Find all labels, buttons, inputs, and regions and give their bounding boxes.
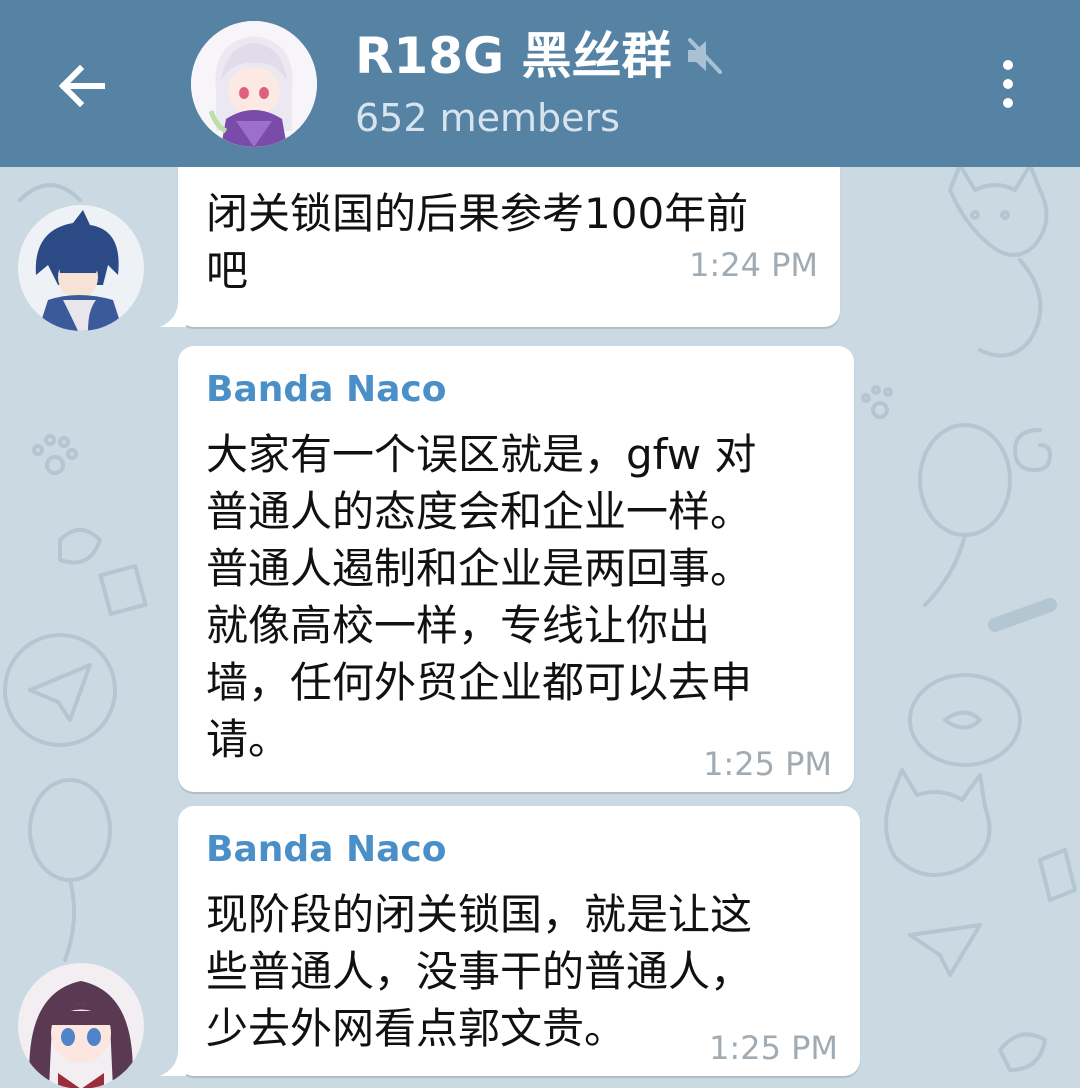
message-text: 大家有一个误区就是，gfw 对 普通人的态度会和企业一样。 普通人遏制和企业是两… <box>206 430 757 764</box>
user-avatar[interactable] <box>18 205 144 331</box>
bubble-tail <box>160 301 186 327</box>
sender-name[interactable]: Banda Naco <box>206 828 446 872</box>
chat-title[interactable]: R18G 黑丝群 <box>355 26 672 86</box>
message-bubble[interactable]: 闭关锁国的后果参考100年前 吧 1:24 PM <box>178 167 840 327</box>
message-list[interactable]: 闭关锁国的后果参考100年前 吧 1:24 PM Banda Naco 大家有一… <box>0 167 1080 1088</box>
speaker-muted-icon <box>687 38 722 74</box>
message-bubble[interactable]: Banda Naco 大家有一个误区就是，gfw 对 普通人的态度会和企业一样。… <box>178 346 854 792</box>
message-time: 1:25 PM <box>709 1029 838 1067</box>
user-avatar[interactable] <box>18 963 144 1088</box>
group-avatar[interactable] <box>191 21 317 147</box>
arrow-left-icon <box>58 64 105 108</box>
chat-header: R18G 黑丝群 652 members <box>0 0 1080 167</box>
bubble-tail <box>160 1050 186 1076</box>
back-button[interactable] <box>40 44 124 128</box>
more-vertical-icon <box>1003 60 1013 70</box>
more-options-button[interactable] <box>984 48 1032 120</box>
message-bubble[interactable]: Banda Naco 现阶段的闭关锁国，就是让这 些普通人，没事干的普通人， 少… <box>178 806 860 1076</box>
sender-name[interactable]: Banda Naco <box>206 368 446 412</box>
message-time: 1:24 PM <box>689 246 818 284</box>
member-count: 652 members <box>355 96 620 140</box>
message-time: 1:25 PM <box>703 745 832 783</box>
